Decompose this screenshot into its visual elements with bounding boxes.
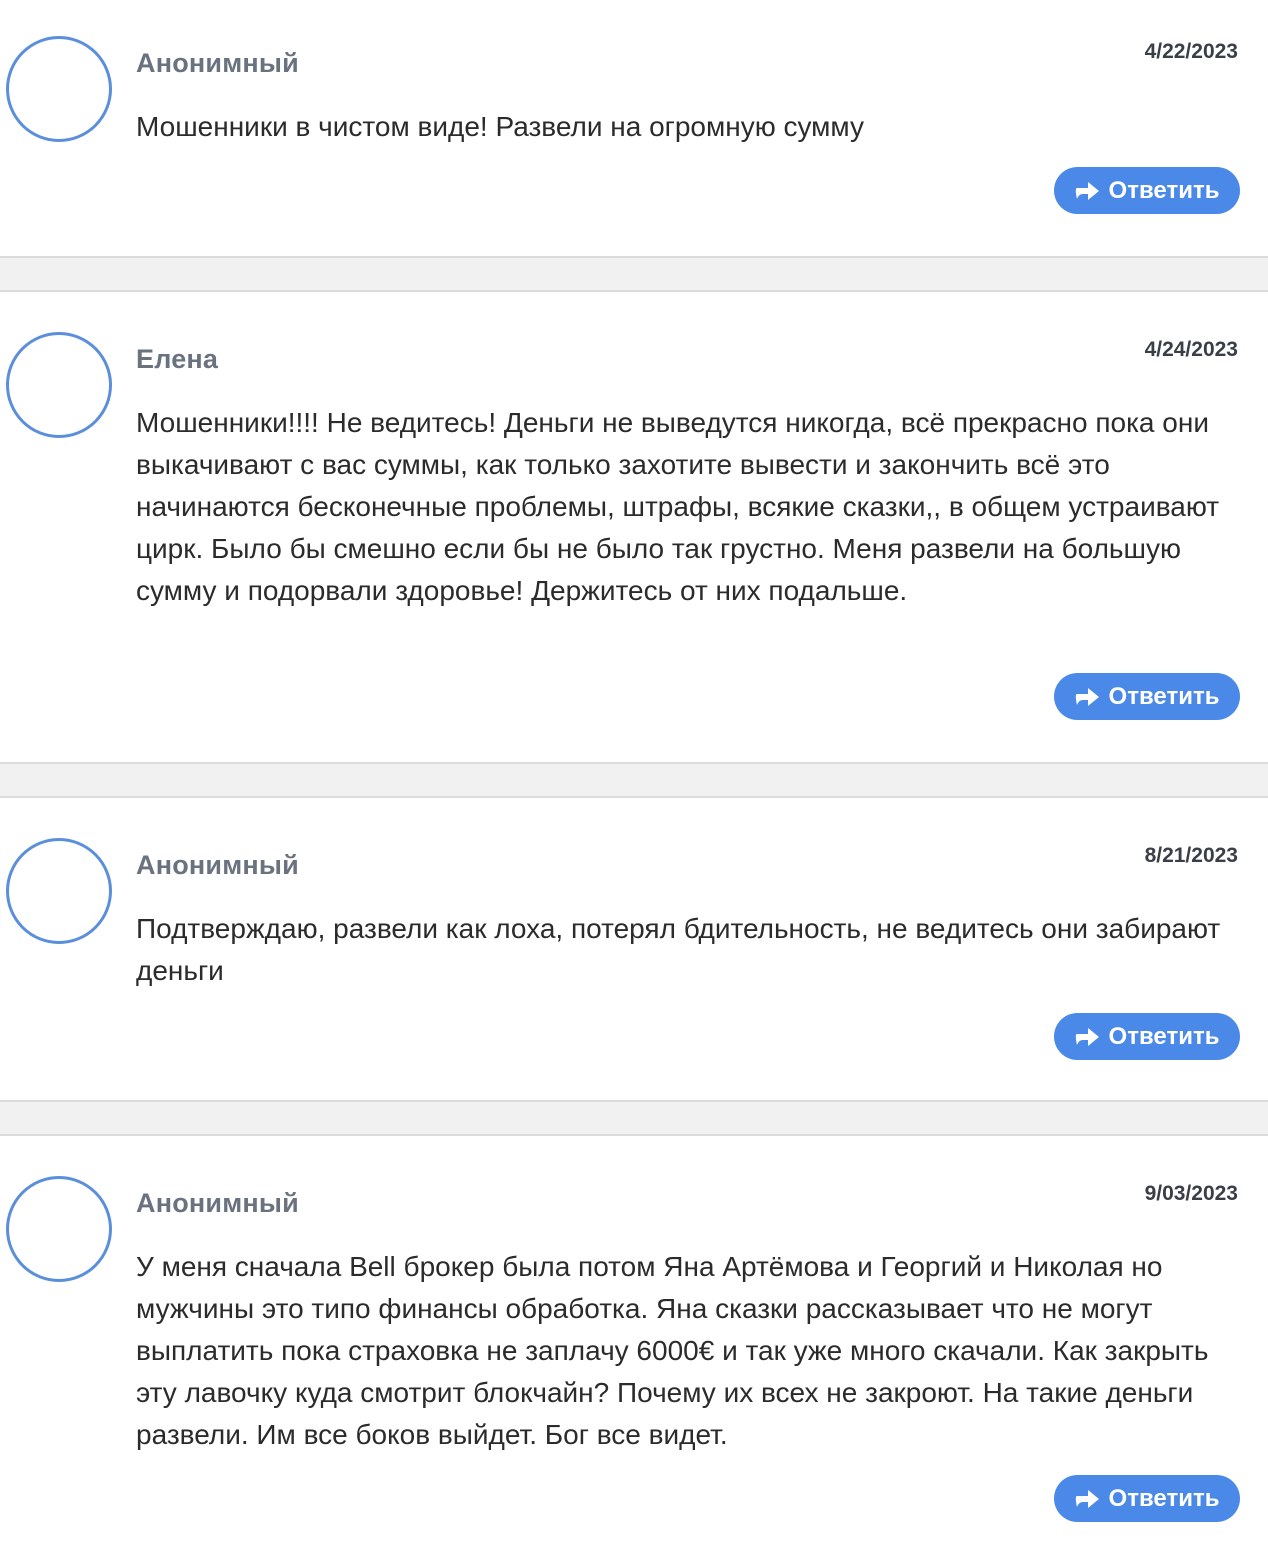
comment-separator: [0, 762, 1268, 798]
comment-item: Анонимный 4/22/2023 Мошенники в чистом в…: [0, 0, 1268, 256]
comment-item: Анонимный 8/21/2023 Подтверждаю, развели…: [0, 798, 1268, 1100]
comment-date: 4/24/2023: [1144, 338, 1238, 361]
avatar: [6, 332, 112, 438]
reply-arrow-icon: [1075, 1489, 1101, 1509]
reply-arrow-icon: [1075, 687, 1101, 707]
comments-feed: Анонимный 4/22/2023 Мошенники в чистом в…: [0, 0, 1268, 1546]
comment-date: 9/03/2023: [1144, 1182, 1238, 1205]
reply-button[interactable]: Ответить: [1054, 1013, 1240, 1060]
reply-arrow-icon: [1075, 1027, 1101, 1047]
avatar: [6, 838, 112, 944]
comment-item: Анонимный 9/03/2023 У меня сначала Bell …: [0, 1136, 1268, 1546]
reply-button[interactable]: Ответить: [1054, 673, 1240, 720]
reply-button[interactable]: Ответить: [1054, 1475, 1240, 1522]
comment-separator: [0, 256, 1268, 292]
comment-date: 8/21/2023: [1144, 844, 1238, 867]
comment-author: Анонимный: [136, 1188, 299, 1218]
reply-button[interactable]: Ответить: [1054, 167, 1240, 214]
comment-text: Мошенники!!!! Не ведитесь! Деньги не выв…: [136, 407, 1220, 606]
comment-author: Елена: [136, 344, 219, 374]
avatar: [6, 1176, 112, 1282]
comment-date: 4/22/2023: [1144, 40, 1238, 63]
reply-label: Ответить: [1108, 1022, 1220, 1050]
comment-author: Анонимный: [136, 48, 299, 78]
reply-label: Ответить: [1108, 176, 1220, 204]
avatar: [6, 36, 112, 142]
comment-text: У меня сначала Bell брокер была потом Ян…: [136, 1251, 1209, 1450]
comment-text: Мошенники в чистом виде! Развели на огро…: [136, 111, 864, 142]
comment-item: Елена 4/24/2023 Мошенники!!!! Не ведитес…: [0, 292, 1268, 762]
reply-label: Ответить: [1108, 1484, 1220, 1512]
comment-separator: [0, 1100, 1268, 1136]
reply-arrow-icon: [1075, 181, 1101, 201]
comment-text: Подтверждаю, развели как лоха, потерял б…: [136, 913, 1221, 986]
reply-label: Ответить: [1108, 682, 1220, 710]
comment-author: Анонимный: [136, 850, 299, 880]
